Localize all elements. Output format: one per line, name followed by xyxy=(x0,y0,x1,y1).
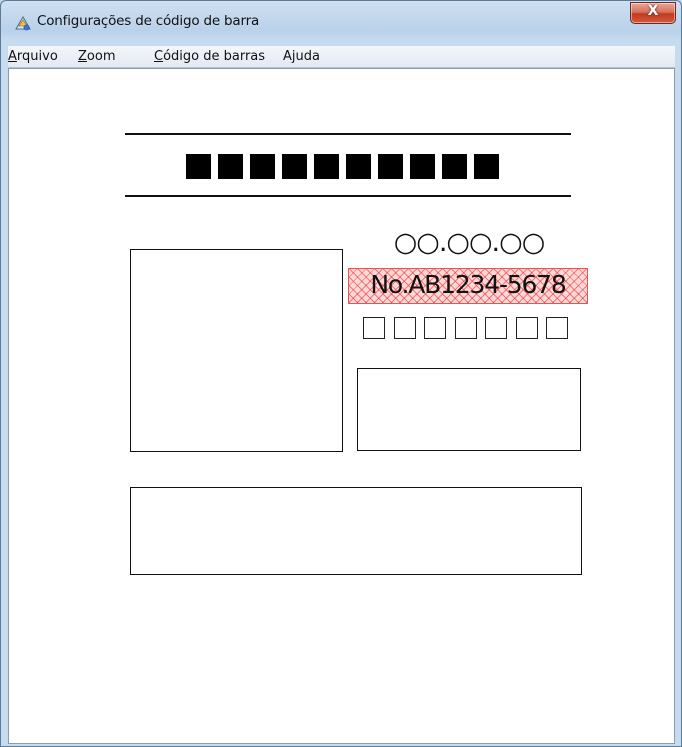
close-button[interactable]: X xyxy=(630,2,676,24)
window-title: Configurações de código de barra xyxy=(37,13,260,29)
serial-number-field-selected[interactable]: No.AB1234-5678 xyxy=(348,268,588,304)
small-square-box xyxy=(454,317,477,339)
app-window: Configurações de código de barra X Arqui… xyxy=(0,0,682,747)
barcode-block xyxy=(186,154,211,179)
circles-text-field[interactable]: ○○.○○.○○ xyxy=(361,227,577,258)
barcode-block xyxy=(442,154,467,179)
small-square-box xyxy=(393,317,416,339)
menu-zoom-label: oom xyxy=(86,49,116,64)
menu-codigo-de-barras[interactable]: Código de barras xyxy=(154,49,265,64)
menu-arquivo-accel: A xyxy=(8,49,17,64)
menu-zoom-accel: Z xyxy=(78,49,87,64)
barcode-app-icon xyxy=(15,16,31,31)
barcode-block xyxy=(218,154,243,179)
title-bar[interactable]: Configurações de código de barra X xyxy=(1,1,681,41)
menu-arquivo-label: rquivo xyxy=(16,49,58,64)
small-square-box xyxy=(424,317,446,339)
barcode-block xyxy=(378,154,403,179)
menu-zoom[interactable]: Zoom xyxy=(78,49,115,64)
small-square-box xyxy=(485,317,507,339)
menu-arquivo[interactable]: Arquivo xyxy=(8,49,58,64)
menu-bar: Arquivo Zoom Código de barras Ajuda xyxy=(8,46,675,68)
small-square-box xyxy=(363,317,385,339)
bottom-rule-line[interactable] xyxy=(125,195,571,197)
barcode-block xyxy=(282,154,307,179)
small-square-box xyxy=(546,317,568,339)
label-design-canvas[interactable]: ○○.○○.○○ No.AB1234-5678 xyxy=(8,68,675,744)
barcode-block xyxy=(474,154,499,179)
serial-number-text: No.AB1234-5678 xyxy=(370,270,566,299)
top-rule-line[interactable] xyxy=(125,133,571,135)
barcode-block xyxy=(250,154,275,179)
menu-codigo-label: ódigo de barras xyxy=(163,49,266,64)
image-placeholder-box[interactable] xyxy=(130,249,343,452)
barcode-block xyxy=(410,154,435,179)
menu-ajuda-label: Ajuda xyxy=(283,49,320,64)
menu-codigo-accel: C xyxy=(154,49,164,64)
menu-ajuda[interactable]: Ajuda xyxy=(283,49,320,64)
small-square-box xyxy=(515,317,538,339)
barcode-block xyxy=(314,154,339,179)
barcode-block xyxy=(346,154,371,179)
bottom-text-box[interactable] xyxy=(130,487,582,575)
right-text-box[interactable] xyxy=(357,368,581,451)
close-icon: X xyxy=(647,3,659,19)
